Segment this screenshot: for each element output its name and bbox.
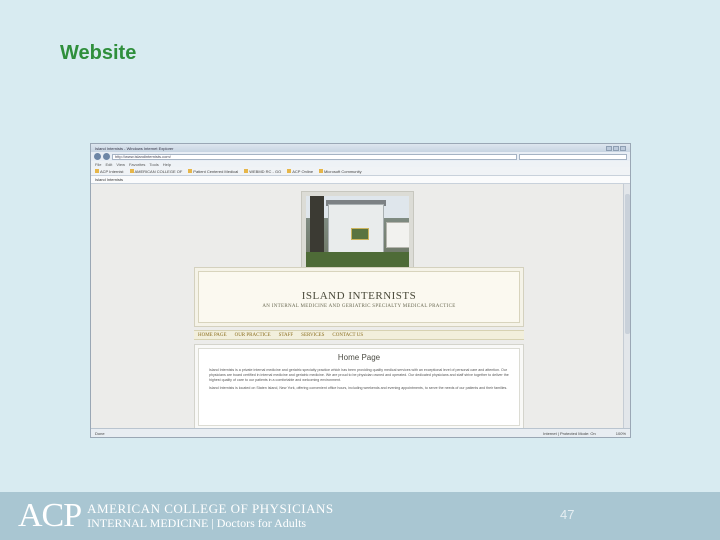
content-paragraph: Island Internists is located on Staten I…	[209, 386, 508, 390]
nav-our-practice[interactable]: OUR PRACTICE	[235, 333, 271, 338]
site-header-inner: ISLAND INTERNISTS AN INTERNAL MEDICINE A…	[198, 271, 520, 323]
acp-logo: ACP AMERICAN COLLEGE OF PHYSICIANS INTER…	[18, 497, 334, 534]
favorite-label: ACP Internist	[100, 168, 124, 174]
favorite-label: Microsoft Community	[324, 168, 362, 174]
org-subtitle: INTERNAL MEDICINE | Doctors for Adults	[87, 516, 307, 530]
zoom-level[interactable]: 100%	[616, 431, 626, 436]
favorite-label: AMERICAN COLLEGE OF	[134, 168, 183, 174]
office-sign	[351, 228, 369, 240]
status-bar: Done Internet | Protected Mode: On 100%	[91, 428, 630, 437]
content-panel: Home Page Island Internists is a private…	[194, 344, 524, 430]
menu-file[interactable]: File	[95, 162, 101, 167]
slide-title: Website	[60, 42, 137, 64]
minimize-icon[interactable]	[606, 145, 612, 151]
maximize-icon[interactable]	[613, 145, 619, 151]
favorite-link[interactable]: WEBMD RC - GO	[244, 169, 281, 174]
browser-screenshot: Island Internists - Windows Internet Exp…	[90, 143, 631, 438]
site-name: ISLAND INTERNISTS	[301, 290, 417, 302]
forward-icon[interactable]	[103, 153, 110, 160]
star-icon	[95, 169, 99, 173]
page-heading: Home Page	[337, 353, 381, 362]
status-text: Done	[95, 430, 105, 436]
window-title: Island Internists - Windows Internet Exp…	[95, 145, 174, 151]
page-viewport: ISLAND INTERNISTS AN INTERNAL MEDICINE A…	[91, 184, 624, 430]
nav-contact-us[interactable]: CONTACT US	[332, 333, 363, 338]
site-tagline: AN INTERNAL MEDICINE AND GERIATRIC SPECI…	[262, 304, 456, 309]
favorite-link[interactable]: ACP Internist	[95, 169, 124, 174]
tab-island-internists[interactable]: Island Internists	[95, 177, 123, 182]
page-icon	[188, 169, 193, 173]
favorite-label: WEBMD RC - GO	[249, 168, 282, 174]
org-name: AMERICAN COLLEGE OF PHYSICIANS	[87, 501, 334, 516]
office-photo	[306, 196, 409, 270]
scrollbar-thumb[interactable]	[625, 194, 630, 334]
page-icon	[129, 169, 134, 173]
favorite-link[interactable]: ACP Online	[287, 169, 313, 174]
page-number: 47	[560, 507, 575, 522]
vertical-scrollbar[interactable]	[623, 184, 630, 430]
favorite-link[interactable]: Patient Centered Medical	[188, 169, 238, 174]
favorite-label: ACP Online	[292, 168, 314, 174]
content-inner: Home Page Island Internists is a private…	[198, 348, 520, 426]
favorite-label: Patient Centered Medical	[193, 168, 239, 174]
search-input[interactable]	[519, 153, 627, 160]
close-icon[interactable]	[620, 145, 626, 151]
footer-band: ACP AMERICAN COLLEGE OF PHYSICIANS INTER…	[0, 492, 720, 540]
menu-help[interactable]: Help	[163, 162, 171, 167]
page-icon	[244, 169, 249, 173]
security-zone: Internet | Protected Mode: On	[543, 430, 596, 436]
garage-shape	[386, 222, 409, 248]
menu-tools[interactable]: Tools	[149, 162, 158, 167]
nav-services[interactable]: SERVICES	[301, 333, 324, 338]
browser-titlebar: Island Internists - Windows Internet Exp…	[91, 144, 630, 152]
nav-staff[interactable]: STAFF	[279, 333, 294, 338]
address-bar: http://www.islandinternists.com/	[91, 152, 630, 161]
url-input[interactable]: http://www.islandinternists.com/	[112, 153, 517, 160]
menu-favorites[interactable]: Favorites	[129, 162, 145, 167]
window-controls	[606, 145, 626, 151]
favorite-link[interactable]: Microsoft Community	[319, 169, 362, 174]
site-nav: HOME PAGE OUR PRACTICE STAFF SERVICES CO…	[194, 330, 524, 340]
nav-home-page[interactable]: HOME PAGE	[198, 333, 227, 338]
office-photo-frame	[301, 191, 414, 275]
page-icon	[287, 169, 292, 173]
acp-logo-mark: ACP	[18, 497, 82, 534]
tab-bar: Island Internists	[91, 176, 630, 184]
back-icon[interactable]	[94, 153, 101, 160]
favorites-bar: ACP Internist AMERICAN COLLEGE OF Patien…	[91, 167, 630, 176]
site-header: ISLAND INTERNISTS AN INTERNAL MEDICINE A…	[194, 267, 524, 327]
content-paragraph: Island Internists is a private internal …	[209, 368, 509, 382]
acp-logo-text: AMERICAN COLLEGE OF PHYSICIANS INTERNAL …	[87, 500, 334, 531]
menu-view[interactable]: View	[116, 162, 125, 167]
menu-edit[interactable]: Edit	[105, 162, 112, 167]
page-icon	[319, 169, 324, 173]
favorite-link[interactable]: AMERICAN COLLEGE OF	[129, 168, 183, 174]
